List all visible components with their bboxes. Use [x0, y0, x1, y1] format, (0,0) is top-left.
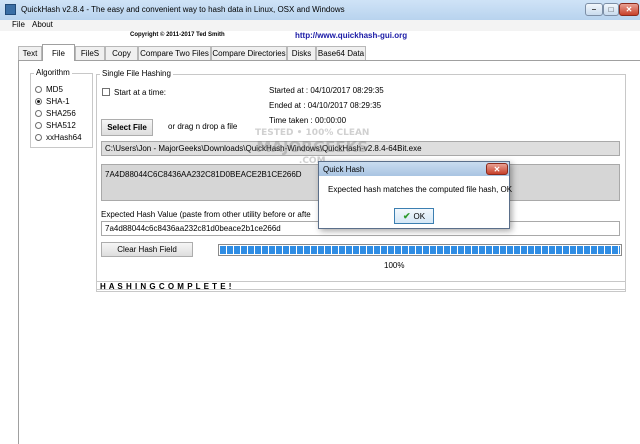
algorithm-label: Algorithm [34, 68, 72, 77]
radio-button[interactable] [35, 86, 42, 93]
quick-hash-dialog: Quick Hash ✕ Expected hash matches the c… [318, 161, 513, 229]
ok-label: OK [413, 211, 426, 221]
radio-xxhash64[interactable]: xxHash64 [35, 133, 82, 142]
radio-label: SHA512 [46, 121, 76, 130]
tab-files[interactable]: FileS [75, 46, 105, 60]
ok-button[interactable]: ✔ OK [394, 208, 434, 224]
clear-hash-field-button[interactable]: Clear Hash Field [101, 242, 193, 257]
radio-md5[interactable]: MD5 [35, 85, 63, 94]
radio-label: xxHash64 [46, 133, 82, 142]
close-button[interactable]: ✕ [619, 3, 639, 16]
minimize-button[interactable]: – [585, 3, 603, 16]
tab-file[interactable]: File [42, 44, 75, 61]
dialog-title-bar: Quick Hash ✕ [319, 162, 509, 176]
menu-file[interactable]: File [12, 20, 25, 29]
radio-label: SHA-1 [46, 97, 70, 106]
menu-about[interactable]: About [32, 20, 53, 29]
drag-drop-label: or drag n drop a file [168, 122, 238, 131]
ended-at-text: Ended at : 04/10/2017 08:29:35 [269, 101, 382, 110]
website-link[interactable]: http://www.quickhash-gui.org [295, 31, 407, 40]
radio-sha1[interactable]: SHA-1 [35, 97, 70, 106]
radio-sha256[interactable]: SHA256 [35, 109, 76, 118]
time-taken-text: Time taken : 00:00:00 [269, 116, 347, 125]
tab-compare-two-files[interactable]: Compare Two Files [138, 46, 211, 60]
tab-base64-data[interactable]: Base64 Data [316, 46, 366, 60]
dialog-message: Expected hash matches the computed file … [328, 185, 513, 194]
maximize-button[interactable]: □ [603, 3, 619, 16]
progress-bar [218, 244, 622, 256]
tab-copy[interactable]: Copy [105, 46, 138, 60]
started-at-text: Started at : 04/10/2017 08:29:35 [269, 86, 384, 95]
radio-label: SHA256 [46, 109, 76, 118]
progress-fill [220, 246, 620, 254]
radio-button-selected[interactable] [35, 98, 42, 105]
select-file-button[interactable]: Select File [101, 119, 153, 136]
tab-text[interactable]: Text [18, 46, 42, 60]
dialog-close-icon[interactable]: ✕ [486, 163, 508, 175]
title-bar: QuickHash v2.8.4 - The easy and convenie… [0, 0, 640, 21]
menu-bar: File About [0, 20, 640, 31]
start-at-time-checkbox[interactable] [102, 88, 110, 96]
tab-compare-directories[interactable]: Compare Directories [211, 46, 287, 60]
expected-hash-label: Expected Hash Value (paste from other ut… [101, 210, 311, 219]
dialog-title: Quick Hash [323, 165, 365, 174]
watermark-line2: MAJORGEEKS [256, 138, 369, 156]
radio-button[interactable] [35, 122, 42, 129]
status-text: H A S H I N G C O M P L E T E ! [100, 282, 232, 291]
radio-button[interactable] [35, 110, 42, 117]
tab-disks[interactable]: Disks [287, 46, 316, 60]
radio-sha512[interactable]: SHA512 [35, 121, 76, 130]
progress-percent: 100% [384, 261, 405, 270]
checkmark-icon: ✔ [402, 210, 411, 221]
copyright-text: Copyright © 2011-2017 Ted Smith [130, 32, 225, 38]
radio-label: MD5 [46, 85, 63, 94]
single-file-label: Single File Hashing [100, 69, 173, 78]
app-icon [5, 4, 16, 15]
start-at-time-label: Start at a time: [114, 88, 167, 97]
window-title: QuickHash v2.8.4 - The easy and convenie… [21, 5, 345, 14]
radio-button[interactable] [35, 134, 42, 141]
